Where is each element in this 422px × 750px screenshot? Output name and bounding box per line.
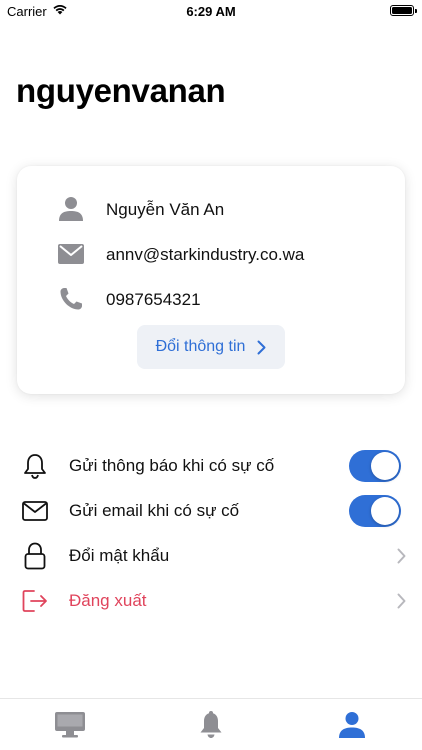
notify-toggle[interactable]: [349, 450, 401, 482]
envelope-icon: [57, 241, 85, 267]
monitor-icon: [55, 712, 85, 738]
email-toggle[interactable]: [349, 495, 401, 527]
bell-icon: [200, 711, 222, 738]
email-setting-row: Gửi email khi có sự cố: [0, 491, 422, 531]
notify-setting-row: Gửi thông báo khi có sự cố: [0, 446, 422, 486]
phone-icon: [57, 286, 85, 312]
profile-name: Nguyễn Văn An: [106, 200, 225, 219]
edit-profile-button[interactable]: Đổi thông tin: [137, 325, 285, 369]
person-icon: [57, 196, 85, 222]
bell-icon: [20, 452, 50, 480]
change-password-label: Đổi mật khẩu: [69, 546, 170, 565]
tab-monitor[interactable]: [0, 699, 140, 750]
tab-bar: [0, 698, 422, 750]
page-title: nguyenvanan: [16, 72, 226, 109]
profile-card: Nguyễn Văn An annv@starkindustry.co.wa 0…: [17, 166, 405, 394]
email-notify-label: Gửi email khi có sự cố: [69, 501, 240, 520]
email-row: annv@starkindustry.co.wa: [17, 239, 405, 269]
chevron-right-icon: [397, 593, 406, 609]
profile-phone: 0987654321: [106, 290, 201, 309]
phone-row: 0987654321: [17, 284, 405, 314]
notify-label: Gửi thông báo khi có sự cố: [69, 456, 275, 475]
battery-icon: [390, 5, 417, 16]
logout-label: Đăng xuất: [69, 591, 147, 610]
logout-icon: [20, 587, 50, 615]
chevron-right-icon: [257, 340, 266, 354]
envelope-outline-icon: [20, 497, 50, 525]
name-row: Nguyễn Văn An: [17, 194, 405, 224]
lock-icon: [20, 542, 50, 570]
person-icon: [339, 712, 365, 738]
tab-notifications[interactable]: [141, 699, 281, 750]
profile-email: annv@starkindustry.co.wa: [106, 245, 305, 264]
tab-profile[interactable]: [282, 699, 422, 750]
logout-row[interactable]: Đăng xuất: [0, 581, 422, 621]
change-password-row[interactable]: Đổi mật khẩu: [0, 536, 422, 576]
chevron-right-icon: [397, 548, 406, 564]
edit-profile-label: Đổi thông tin: [155, 338, 246, 355]
clock: 6:29 AM: [186, 4, 236, 19]
status-bar: Carrier 6:29 AM: [0, 0, 422, 22]
